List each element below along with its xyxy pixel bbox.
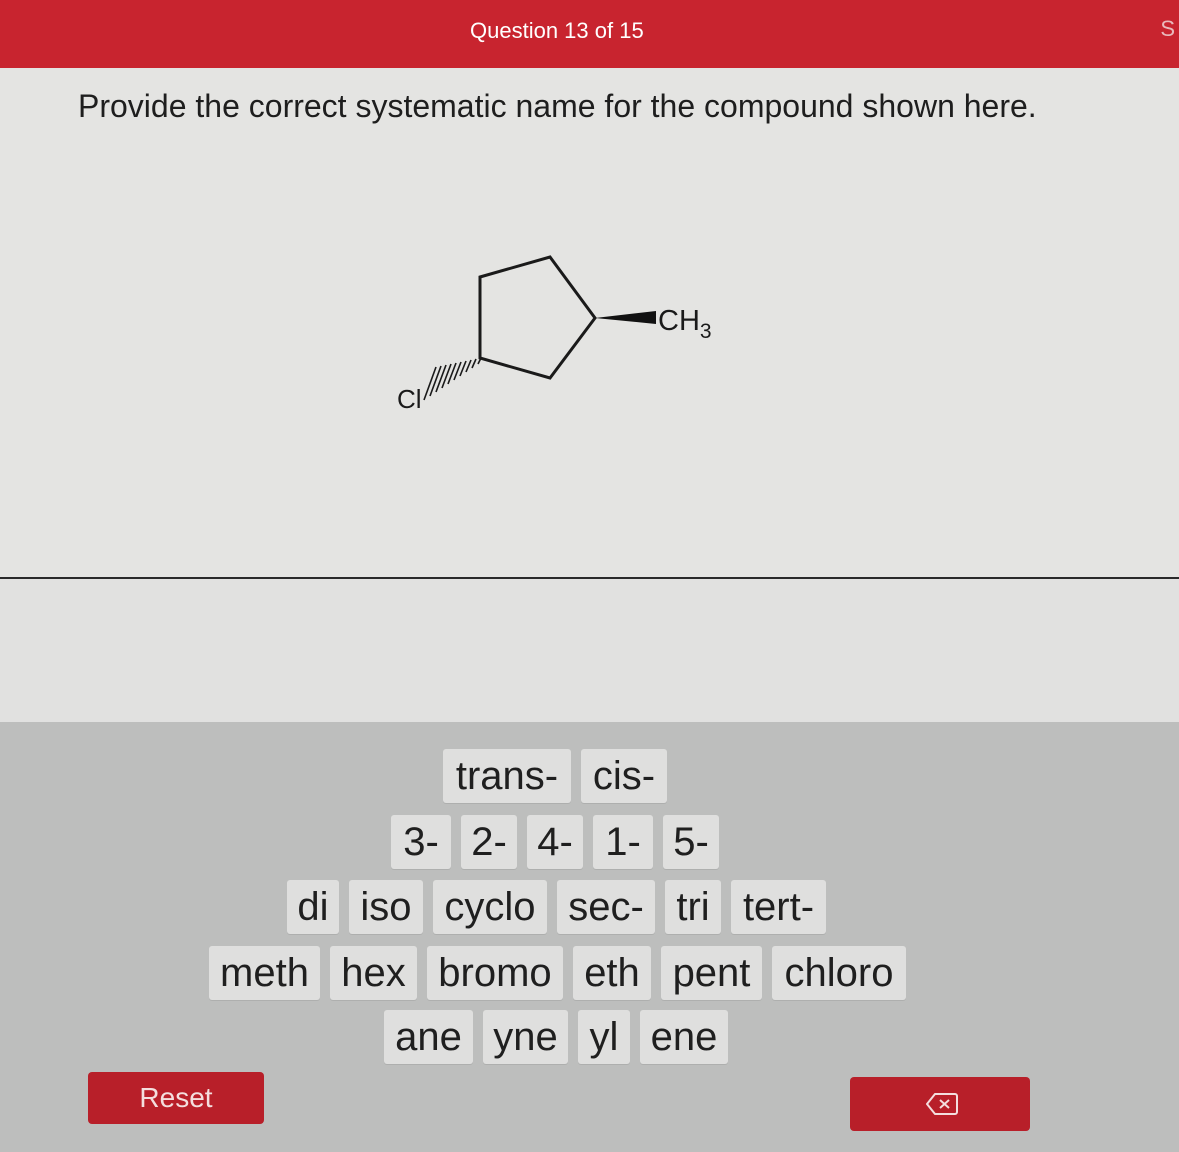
hashed-bond	[423, 357, 482, 401]
tile-locant-3[interactable]: 3-	[391, 815, 451, 869]
tile-iso[interactable]: iso	[349, 880, 423, 934]
chloro-label: Cl	[397, 384, 422, 414]
chemical-structure: CH3 Cl	[397, 255, 712, 414]
tile-hex[interactable]: hex	[330, 946, 417, 1000]
tile-locant-2[interactable]: 2-	[461, 815, 517, 869]
tile-pent[interactable]: pent	[661, 946, 762, 1000]
cropped-header-text: S	[1160, 16, 1175, 41]
tile-tri[interactable]: tri	[665, 880, 721, 934]
tile-chloro[interactable]: chloro	[772, 946, 906, 1000]
backspace-icon	[926, 1093, 958, 1115]
backspace-button[interactable]	[850, 1077, 1030, 1131]
question-counter: Question 13 of 15	[470, 18, 644, 43]
tile-bromo[interactable]: bromo	[427, 946, 563, 1000]
tile-meth[interactable]: meth	[209, 946, 320, 1000]
question-prompt: Provide the correct systematic name for …	[78, 88, 1037, 124]
wedge-bond	[595, 311, 656, 324]
header-bar: Question 13 of 15 S	[0, 0, 1179, 68]
tile-cis[interactable]: cis-	[581, 749, 667, 803]
tile-ene[interactable]: ene	[640, 1010, 728, 1064]
tile-sec[interactable]: sec-	[557, 880, 655, 934]
reset-button[interactable]: Reset	[88, 1072, 264, 1124]
tile-yne[interactable]: yne	[483, 1010, 568, 1064]
methyl-label: CH3	[658, 305, 712, 343]
page: Question 13 of 15 S Provide the correct …	[0, 0, 1179, 1152]
tile-locant-4[interactable]: 4-	[527, 815, 583, 869]
tile-yl[interactable]: yl	[578, 1010, 630, 1064]
tile-tert[interactable]: tert-	[731, 880, 826, 934]
tile-cyclo[interactable]: cyclo	[433, 880, 547, 934]
tile-locant-1[interactable]: 1-	[593, 815, 653, 869]
tile-eth[interactable]: eth	[573, 946, 651, 1000]
tile-ane[interactable]: ane	[384, 1010, 473, 1064]
tile-locant-5[interactable]: 5-	[663, 815, 719, 869]
tile-trans[interactable]: trans-	[443, 749, 571, 803]
cyclopentane-ring	[478, 255, 597, 380]
tile-di[interactable]: di	[287, 880, 339, 934]
answer-drop-zone[interactable]	[0, 579, 1179, 722]
